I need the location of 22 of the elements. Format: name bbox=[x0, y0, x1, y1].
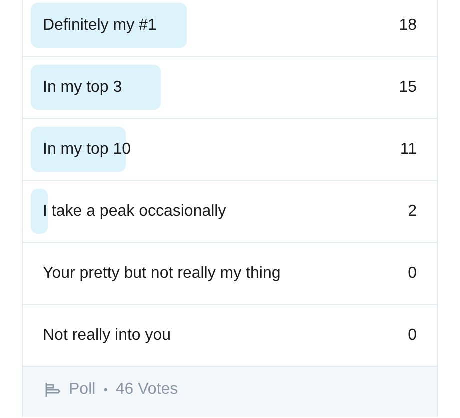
vote-count: 0 bbox=[408, 264, 417, 282]
poll-option[interactable]: In my top 10 11 bbox=[23, 119, 437, 181]
vote-count: 11 bbox=[400, 140, 417, 158]
poll-option[interactable]: Definitely my #1 18 bbox=[23, 0, 437, 57]
vote-total: 46 Votes bbox=[116, 381, 178, 399]
poll-icon bbox=[45, 382, 61, 398]
poll-type: Poll bbox=[69, 381, 96, 399]
option-label: I take a peak occasionally bbox=[42, 202, 226, 220]
option-label: Your pretty but not really my thing bbox=[42, 264, 281, 282]
separator-dot: • bbox=[104, 383, 108, 397]
poll-option[interactable]: I take a peak occasionally 2 bbox=[23, 181, 437, 243]
option-label: In my top 10 bbox=[42, 140, 132, 158]
vote-bar bbox=[31, 189, 48, 234]
vote-count: 2 bbox=[408, 202, 417, 220]
vote-count: 15 bbox=[399, 78, 417, 96]
vote-count: 18 bbox=[399, 16, 417, 34]
poll-option[interactable]: In my top 3 15 bbox=[23, 57, 437, 119]
option-label: Definitely my #1 bbox=[42, 16, 157, 34]
option-label: Not really into you bbox=[42, 326, 172, 344]
vote-count: 0 bbox=[408, 326, 417, 344]
poll-option[interactable]: Your pretty but not really my thing 0 bbox=[23, 243, 437, 305]
option-label: In my top 3 bbox=[42, 78, 122, 96]
